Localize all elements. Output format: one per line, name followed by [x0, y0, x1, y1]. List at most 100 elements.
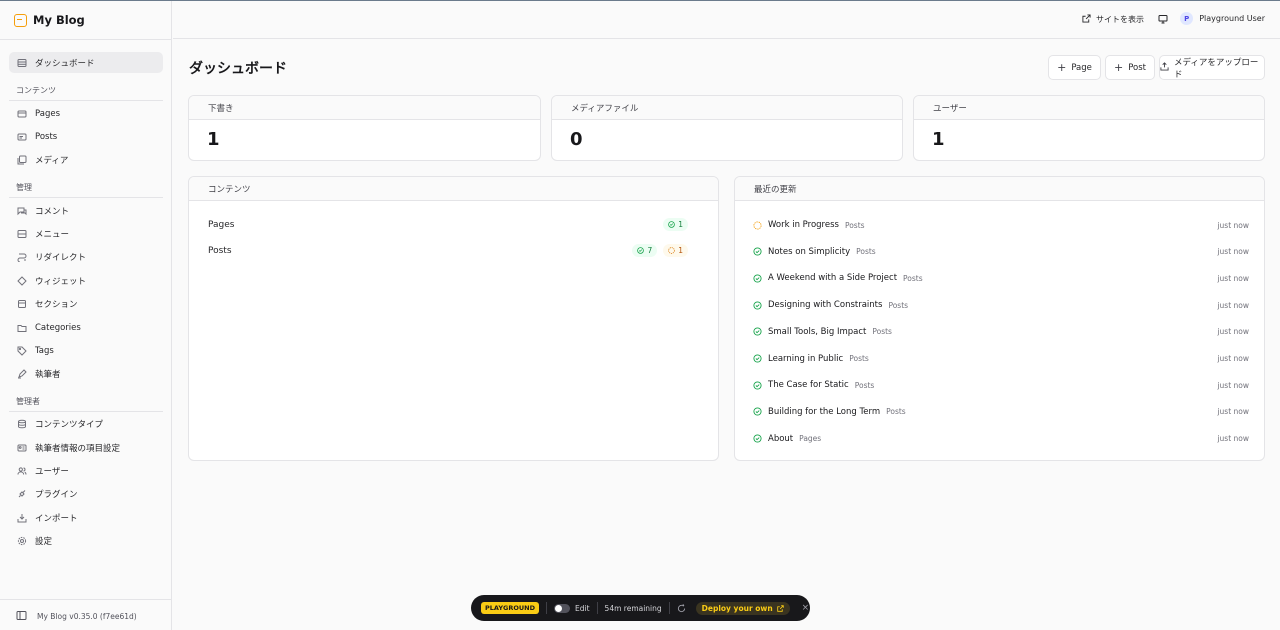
recent-update-item[interactable]: About Pages just now — [753, 432, 1249, 446]
sidebar-item-label: Pages — [35, 108, 61, 119]
stat-value: 0 — [570, 129, 583, 150]
user-menu[interactable]: P Playground User — [1180, 12, 1265, 25]
sidebar-item-dashboard[interactable]: ダッシュボード — [9, 52, 163, 73]
playground-badge: PLAYGROUND — [481, 602, 540, 614]
update-title: A Weekend with a Side Project — [768, 273, 898, 284]
sidebar-item-label: ユーザー — [35, 466, 69, 477]
users-icon — [17, 466, 27, 476]
published-status-icon — [753, 407, 762, 416]
update-time: just now — [1217, 434, 1249, 444]
recent-update-item[interactable]: Learning in Public Posts just now — [753, 352, 1249, 366]
update-time: just now — [1217, 273, 1249, 283]
id-card-icon — [17, 443, 27, 453]
stat-card-media-files: メディアファイル 0 — [551, 95, 903, 161]
sidebar-item-categories[interactable]: Categories — [9, 317, 163, 338]
sidebar-item-label: Posts — [35, 131, 58, 142]
new-post-button[interactable]: + Post — [1105, 55, 1155, 80]
content-row-pages[interactable]: Pages 1 — [208, 218, 688, 232]
view-site-link[interactable]: サイトを表示 — [1082, 14, 1144, 25]
sidebar-footer-divider — [0, 599, 172, 600]
menu-icon — [17, 229, 27, 239]
sidebar-item-settings[interactable]: 設定 — [9, 530, 163, 551]
published-status-icon — [753, 327, 762, 336]
separator — [596, 602, 598, 614]
sidebar-item-label: プラグイン — [35, 489, 78, 500]
published-status-icon — [753, 434, 762, 443]
content-panel: コンテンツ Pages 1 Posts 7 1 — [188, 176, 719, 461]
update-title: Work in Progress — [768, 220, 839, 230]
media-icon — [17, 155, 27, 165]
sidebar-item-comments[interactable]: コメント — [9, 200, 163, 221]
edit-toggle[interactable] — [554, 603, 571, 613]
sidebar-item-label: メニュー — [35, 229, 70, 240]
stat-card-drafts: 下書き 1 — [188, 95, 541, 161]
time-remaining: 54m remaining — [604, 603, 662, 613]
database-icon — [17, 419, 27, 429]
section-divider — [9, 411, 163, 412]
sidebar-item-import[interactable]: インポート — [9, 507, 163, 528]
panel-title: 最近の更新 — [735, 177, 1264, 201]
sidebar-item-author-fields[interactable]: 執筆者情報の項目設定 — [9, 437, 163, 458]
avatar: P — [1180, 12, 1194, 25]
content-badges: 7 1 — [632, 244, 688, 257]
section-divider — [9, 197, 163, 198]
recent-update-item[interactable]: Small Tools, Big Impact Posts just now — [753, 325, 1249, 339]
recent-update-item[interactable]: The Case for Static Posts just now — [753, 378, 1249, 392]
sidebar-item-redirects[interactable]: リダイレクト — [9, 246, 163, 267]
content-row-posts[interactable]: Posts 7 1 — [208, 244, 688, 258]
draft-badge: 1 — [663, 244, 688, 257]
pen-icon — [17, 368, 27, 379]
sidebar-item-users[interactable]: ユーザー — [9, 460, 163, 481]
recent-update-item[interactable]: Notes on Simplicity Posts just now — [753, 245, 1249, 259]
recent-update-item[interactable]: Work in Progress Posts just now — [753, 218, 1249, 232]
sidebar-item-pages[interactable]: Pages — [9, 103, 163, 124]
sidebar-toggle-icon[interactable] — [16, 610, 27, 623]
content-row-label: Posts — [208, 246, 232, 256]
update-time: just now — [1217, 380, 1249, 390]
sidebar-item-tags[interactable]: Tags — [9, 340, 163, 361]
update-type: Posts — [844, 220, 865, 230]
sidebar-item-widgets[interactable]: ウィジェット — [9, 270, 163, 291]
topbar: サイトを表示 P Playground User — [173, 1, 1280, 39]
sidebar-item-label: Categories — [35, 322, 81, 333]
published-status-icon — [753, 381, 762, 390]
published-badge: 1 — [663, 218, 688, 231]
published-status-icon — [753, 247, 762, 256]
upload-icon — [1160, 61, 1169, 74]
brand-name: My Blog — [33, 13, 85, 27]
brand[interactable]: My Blog — [14, 13, 85, 27]
external-link-icon — [1082, 14, 1091, 25]
section-icon — [17, 299, 27, 309]
panel-title: コンテンツ — [189, 177, 718, 201]
recent-update-item[interactable]: Building for the Long Term Posts just now — [753, 405, 1249, 419]
folder-icon — [17, 323, 27, 333]
sidebar-item-media[interactable]: メディア — [9, 149, 163, 170]
update-title: Notes on Simplicity — [768, 246, 851, 257]
refresh-icon[interactable] — [677, 603, 686, 613]
stat-card-users: ユーザー 1 — [913, 95, 1265, 161]
close-icon[interactable]: × — [802, 603, 810, 613]
new-page-button[interactable]: + Page — [1048, 55, 1101, 80]
post-icon — [17, 132, 27, 142]
update-type: Posts — [872, 327, 892, 337]
section-label-admin: 管理者 — [16, 397, 40, 406]
blog-logo-icon — [14, 13, 27, 27]
sidebar-item-menus[interactable]: メニュー — [9, 223, 163, 244]
sidebar-item-label: コンテンツタイプ — [35, 419, 104, 430]
sidebar-item-content-types[interactable]: コンテンツタイプ — [9, 413, 163, 434]
sidebar-item-sections[interactable]: セクション — [9, 293, 163, 314]
update-type: Posts — [888, 300, 909, 310]
recent-update-item[interactable]: A Weekend with a Side Project Posts just n… — [753, 271, 1249, 285]
monitor-icon[interactable] — [1158, 14, 1168, 24]
sidebar-item-plugins[interactable]: プラグイン — [9, 483, 163, 504]
separator — [546, 602, 548, 614]
deploy-button[interactable]: Deploy your own — [695, 601, 790, 615]
sidebar-item-posts[interactable]: Posts — [9, 126, 163, 147]
user-name: Playground User — [1199, 14, 1265, 23]
upload-media-button[interactable]: メディアをアップロード — [1159, 55, 1265, 80]
draft-circle-icon — [668, 247, 675, 254]
button-label: Page — [1071, 62, 1092, 73]
sidebar-item-authors[interactable]: 執筆者 — [9, 363, 163, 384]
update-time: just now — [1217, 327, 1249, 337]
recent-update-item[interactable]: Designing with Constraints Posts just now — [753, 298, 1249, 312]
